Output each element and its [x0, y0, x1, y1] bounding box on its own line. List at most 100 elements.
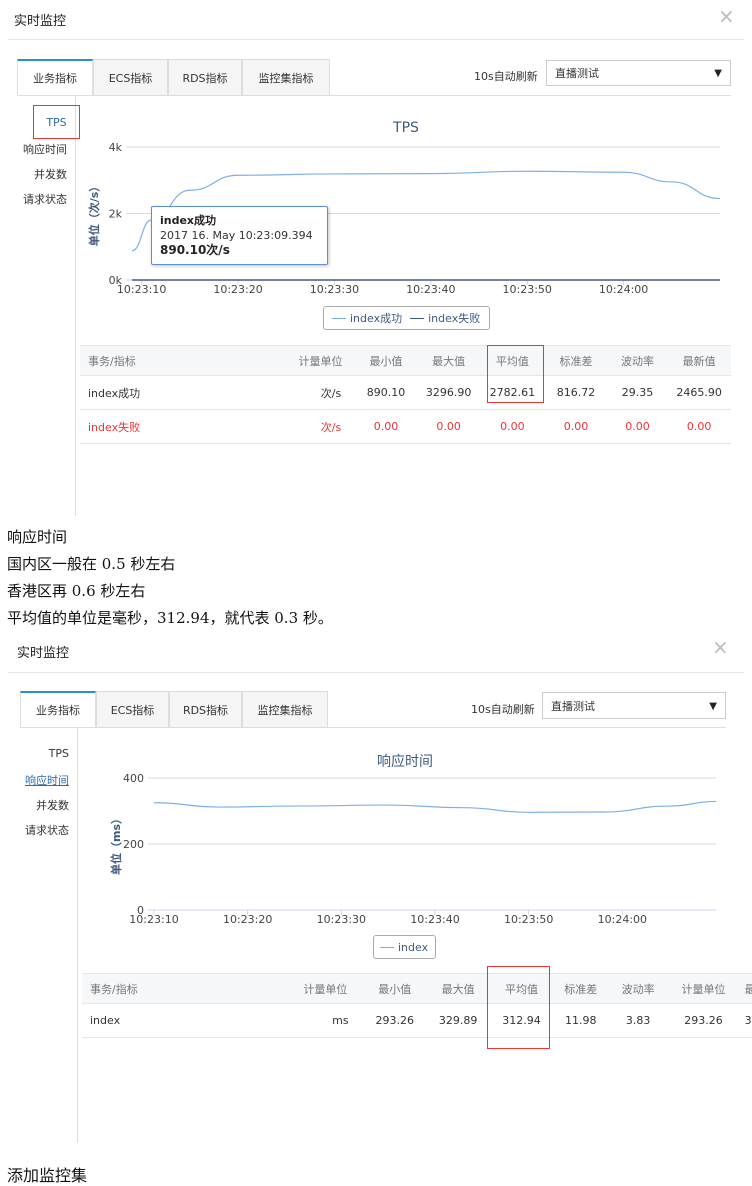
table-cell: index失败: [80, 409, 286, 444]
table-cell: 次/s: [285, 409, 356, 444]
close-icon[interactable]: ×: [718, 4, 735, 28]
sidebar-divider: [77, 728, 78, 1143]
doc-line: 平均值的单位是毫秒，312.94，就代表 0.3 秒。: [7, 609, 333, 627]
column-header: 最大值: [426, 973, 490, 1004]
project-select[interactable]: 直播测试 ▼: [542, 692, 726, 719]
table-cell: 0.00: [607, 409, 668, 444]
tab-monitor-set-metrics[interactable]: 监控集指标: [242, 691, 328, 728]
table-cell: index: [82, 1003, 289, 1038]
x-tick-label: 10:23:50: [503, 283, 552, 296]
tab-rds-metrics[interactable]: RDS指标: [168, 59, 242, 96]
legend-item-fail[interactable]: index失败: [428, 310, 480, 326]
tooltip-series: index成功: [160, 214, 217, 227]
sidebar-item-concurrency[interactable]: 并发数: [10, 166, 67, 182]
sidebar-item-response-time[interactable]: 响应时间: [10, 141, 67, 157]
tab-ecs-metrics[interactable]: ECS指标: [93, 59, 168, 96]
table-cell: 0.00: [667, 409, 731, 444]
table-cell: index成功: [80, 375, 286, 410]
auto-refresh-label: 10s自动刷新: [474, 70, 538, 83]
tab-divider: [17, 95, 731, 96]
sidebar-item-concurrency[interactable]: 并发数: [10, 797, 69, 813]
project-select[interactable]: 直播测试 ▼: [546, 60, 731, 86]
table-cell: 0.00: [480, 409, 545, 444]
column-header: 波动率: [607, 973, 669, 1004]
sidebar-item-tps[interactable]: TPS: [33, 105, 80, 139]
x-tick-label: 10:23:50: [504, 913, 553, 926]
x-tick-label: 10:23:20: [223, 913, 272, 926]
table-cell: 2465.90: [667, 375, 731, 410]
x-tick-label: 10:23:10: [117, 283, 166, 296]
legend-swatch: [380, 946, 394, 948]
column-header: 计量单位: [288, 973, 363, 1004]
tab-rds-metrics[interactable]: RDS指标: [169, 691, 242, 728]
sidebar-item-response-time[interactable]: 响应时间: [10, 772, 69, 788]
tab-business-metrics[interactable]: 业务指标: [17, 59, 93, 96]
caret-down-icon: ▼: [709, 701, 717, 712]
sidebar-item-request-status[interactable]: 请求状态: [10, 191, 67, 207]
tab-bar: 业务指标 ECS指标 RDS指标 监控集指标: [20, 691, 328, 728]
y-tick-label: 4k: [109, 141, 123, 154]
table-cell: 329.89: [426, 1003, 490, 1038]
legend-item-index[interactable]: index: [398, 941, 428, 954]
chart-title: TPS: [393, 120, 419, 136]
column-header: 最小值: [355, 345, 417, 376]
column-header: 波动率: [607, 345, 668, 376]
legend-swatch: [410, 317, 425, 319]
table-cell: 293.26: [668, 1003, 739, 1038]
tooltip-value: 890.10次/s: [160, 243, 230, 257]
panel-title: 实时监控: [14, 14, 67, 29]
table-cell: 32: [738, 1003, 752, 1038]
doc-line: 香港区再 0.6 秒左右: [7, 582, 146, 600]
average-highlight-box: [487, 345, 544, 403]
x-tick-label: 10:23:10: [129, 913, 178, 926]
tab-divider: [20, 727, 726, 728]
tab-ecs-metrics[interactable]: ECS指标: [96, 691, 169, 728]
column-header: 最大值: [416, 345, 481, 376]
chart-legend: index: [373, 935, 436, 959]
table-row: index ms 293.26 329.89 312.94 11.98 3.83…: [82, 1003, 752, 1038]
x-tick-label: 10:23:20: [213, 283, 262, 296]
x-tick-label: 10:23:30: [317, 913, 366, 926]
table-cell: 29.35: [607, 375, 668, 410]
legend-swatch: [332, 317, 346, 319]
column-header: 计量单位: [668, 973, 739, 1004]
column-header: 标准差: [553, 973, 608, 1004]
average-highlight-box: [487, 966, 550, 1049]
doc-line: 响应时间: [7, 528, 68, 546]
column-header: 最小值: [362, 973, 427, 1004]
y-axis-label: 单位（ms）: [109, 813, 123, 875]
column-header: 标准差: [544, 345, 608, 376]
column-header: 最: [738, 973, 752, 1004]
table-header-row: 事务/指标 计量单位 最小值 最大值 平均值 标准差 波动率 最新值: [80, 345, 731, 376]
table-cell: 11.98: [553, 1003, 608, 1038]
x-tick-label: 10:23:40: [406, 283, 455, 296]
series-line: [153, 800, 717, 813]
tab-monitor-set-metrics[interactable]: 监控集指标: [242, 59, 330, 96]
table-header-row: 事务/指标 计量单位 最小值 最大值 平均值 标准差 波动率 计量单位 最: [82, 973, 752, 1004]
table-cell: ms: [288, 1003, 363, 1038]
table-cell: 890.10: [355, 375, 417, 410]
x-tick-label: 10:24:00: [598, 913, 647, 926]
table-cell: 816.72: [544, 375, 608, 410]
column-header: 事务/指标: [80, 345, 286, 376]
sidebar-item-tps[interactable]: TPS: [10, 747, 69, 760]
table-cell: 293.26: [362, 1003, 427, 1038]
tab-business-metrics[interactable]: 业务指标: [20, 691, 96, 728]
table-row: index失败 次/s 0.00 0.00 0.00 0.00 0.00 0.0…: [80, 409, 731, 444]
chart-tooltip: index成功 2017 16. May 10:23:09.394 890.10…: [151, 206, 328, 265]
column-header: 事务/指标: [82, 973, 289, 1004]
auto-refresh-label: 10s自动刷新: [471, 703, 535, 716]
project-select-value: 直播测试: [551, 700, 595, 713]
column-header: 计量单位: [285, 345, 356, 376]
column-header: 最新值: [667, 345, 731, 376]
y-axis-label: 单位（次/s）: [87, 181, 101, 247]
x-tick-label: 10:23:30: [310, 283, 359, 296]
response-time-chart: 020040010:23:10 10:23:20 10:23:30 10:23:40 1…: [109, 772, 717, 926]
legend-item-success[interactable]: index成功: [350, 310, 402, 326]
sidebar-item-request-status[interactable]: 请求状态: [10, 822, 69, 838]
table-cell: 3.83: [607, 1003, 669, 1038]
x-tick-label: 10:24:00: [599, 283, 648, 296]
x-tick-label: 10:23:40: [410, 913, 459, 926]
caret-down-icon: ▼: [714, 68, 722, 79]
close-icon[interactable]: ×: [712, 635, 729, 659]
